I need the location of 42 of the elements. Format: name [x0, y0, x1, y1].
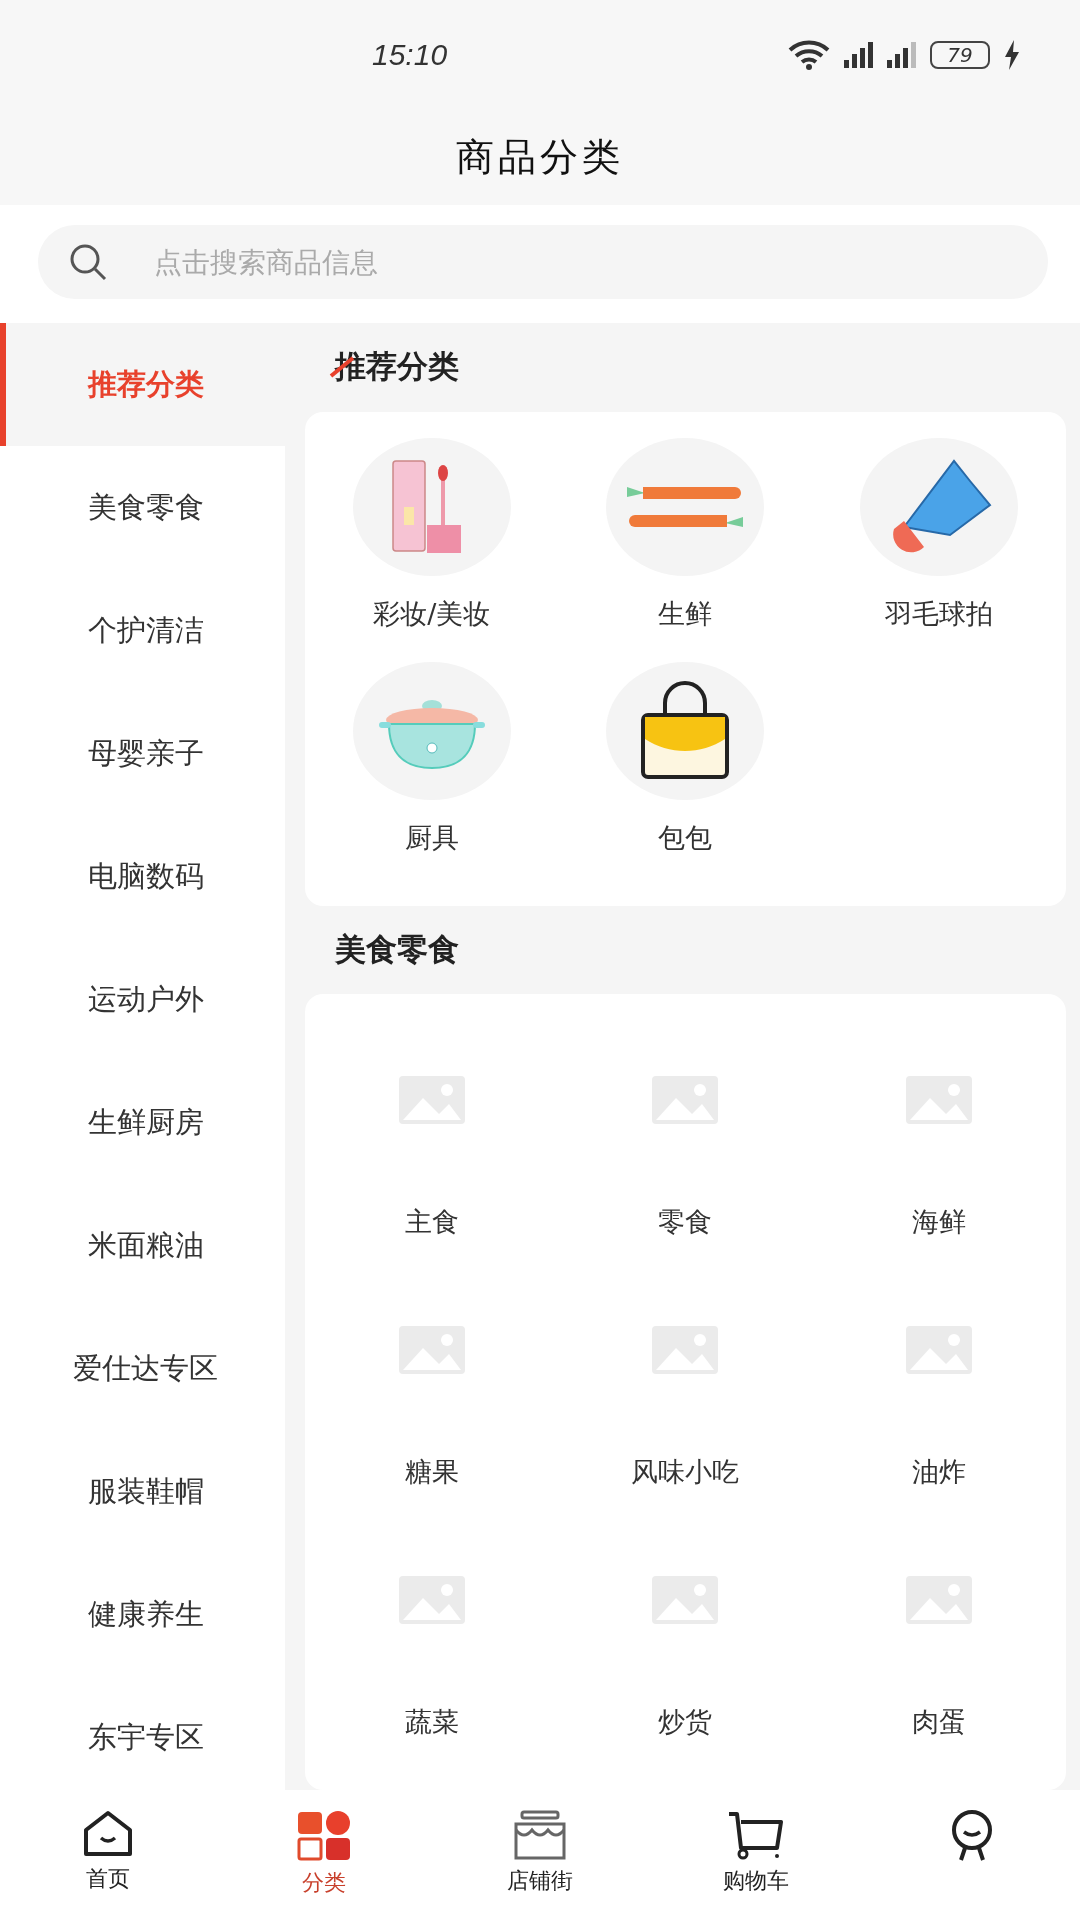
category-item[interactable]: 蔬菜: [404, 1704, 459, 1740]
category-item[interactable]: 炒货: [658, 1704, 713, 1740]
status-time: 15:10: [372, 38, 448, 72]
charging-icon: [1004, 40, 1020, 70]
sidebar-item[interactable]: 健康养生: [0, 1553, 285, 1676]
grid-icon: [296, 1810, 352, 1862]
signal-icon: [887, 42, 916, 68]
category-item[interactable]: 厨具: [404, 819, 459, 856]
category-item[interactable]: 风味小吃: [631, 1454, 740, 1490]
category-item[interactable]: 糖果: [404, 1454, 459, 1490]
sidebar-item[interactable]: 生鲜厨房: [0, 1061, 285, 1184]
sidebar-item[interactable]: 米面粮油: [0, 1184, 285, 1307]
page-title: 商品分类: [456, 134, 624, 181]
category-item[interactable]: 彩妆/美妆: [373, 595, 491, 632]
category-item[interactable]: 包包: [658, 819, 713, 856]
home-icon: [82, 1810, 134, 1858]
section-title: 美食零食: [335, 929, 459, 969]
tab-bar-item[interactable]: 首页: [0, 1790, 216, 1920]
wifi-icon: [788, 40, 830, 70]
sidebar-item[interactable]: 母婴亲子: [0, 692, 285, 815]
sidebar-item[interactable]: 运动户外: [0, 938, 285, 1061]
category-item[interactable]: 羽毛球拍: [885, 595, 994, 632]
category-item[interactable]: 生鲜: [658, 595, 713, 632]
sidebar-item[interactable]: 电脑数码: [0, 815, 285, 938]
search-field[interactable]: 点击搜索商品信息: [38, 225, 1048, 299]
tab-bar-item[interactable]: 分类: [216, 1790, 432, 1920]
category-item[interactable]: 海鲜: [912, 1204, 967, 1240]
category-item[interactable]: 零食: [658, 1204, 713, 1240]
category-item[interactable]: 油炸: [912, 1454, 967, 1490]
sidebar-item[interactable]: 东宇专区: [0, 1676, 285, 1790]
sidebar-item[interactable]: 个护清洁: [0, 569, 285, 692]
store-icon: [512, 1810, 568, 1860]
tab-bar-item[interactable]: 购物车: [648, 1790, 864, 1920]
sidebar-item[interactable]: 服装鞋帽: [0, 1430, 285, 1553]
cart-icon: [727, 1810, 785, 1860]
sidebar-item[interactable]: 美食零食: [0, 446, 285, 569]
signal-icon: [844, 42, 873, 68]
tab-bar-item[interactable]: 店铺街: [432, 1790, 648, 1920]
category-item[interactable]: 肉蛋: [912, 1704, 967, 1740]
battery-level: 79: [930, 41, 990, 69]
category-item[interactable]: 主食: [404, 1204, 459, 1240]
sidebar-item[interactable]: 爱仕达专区: [0, 1307, 285, 1430]
